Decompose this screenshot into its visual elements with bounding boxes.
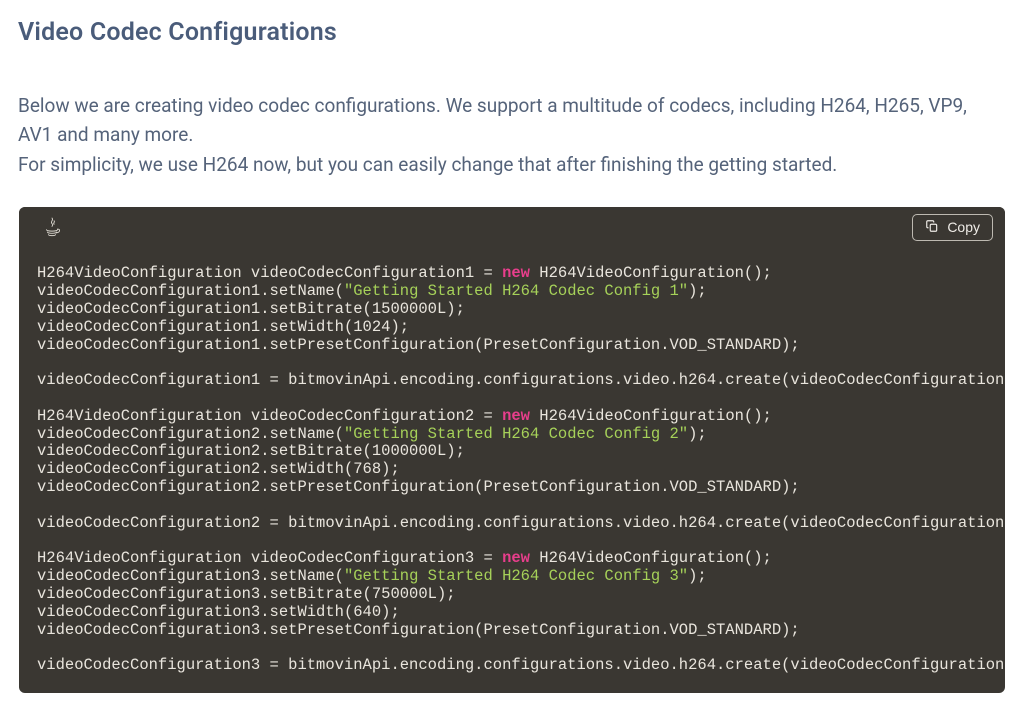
code-line: videoCodecConfiguration3.setBitrate(7500…	[37, 586, 993, 604]
intro-line-2: For simplicity, we use H264 now, but you…	[18, 153, 837, 176]
copy-icon	[925, 219, 939, 236]
copy-button[interactable]: Copy	[912, 214, 993, 241]
code-line: H264VideoConfiguration videoCodecConfigu…	[37, 265, 993, 283]
code-line: H264VideoConfiguration videoCodecConfigu…	[37, 550, 993, 568]
code-line: videoCodecConfiguration2.setName("Gettin…	[37, 426, 993, 444]
code-block: Copy H264VideoConfiguration videoCodecCo…	[19, 207, 1005, 693]
code-line: videoCodecConfiguration1.setName("Gettin…	[37, 283, 993, 301]
code-body: H264VideoConfiguration videoCodecConfigu…	[19, 247, 1005, 693]
code-line: videoCodecConfiguration2.setPresetConfig…	[37, 479, 993, 497]
code-line: videoCodecConfiguration1.setBitrate(1500…	[37, 301, 993, 319]
code-line: videoCodecConfiguration1.setWidth(1024);	[37, 319, 993, 337]
code-line: videoCodecConfiguration3.setPresetConfig…	[37, 622, 993, 640]
code-line: H264VideoConfiguration videoCodecConfigu…	[37, 408, 993, 426]
code-line: videoCodecConfiguration2.setWidth(768);	[37, 461, 993, 479]
copy-label: Copy	[947, 219, 980, 235]
code-line: videoCodecConfiguration2 = bitmovinApi.e…	[37, 515, 993, 533]
code-line: videoCodecConfiguration3.setWidth(640);	[37, 604, 993, 622]
code-line: videoCodecConfiguration1.setPresetConfig…	[37, 337, 993, 355]
java-icon	[37, 212, 67, 242]
code-line: videoCodecConfiguration3 = bitmovinApi.e…	[37, 657, 993, 675]
intro-paragraph: Below we are creating video codec config…	[18, 91, 998, 179]
code-line: videoCodecConfiguration2.setBitrate(1000…	[37, 443, 993, 461]
code-header: Copy	[19, 207, 1005, 247]
code-line: videoCodecConfiguration3.setName("Gettin…	[37, 568, 993, 586]
code-line: videoCodecConfiguration1 = bitmovinApi.e…	[37, 372, 993, 390]
page-title: Video Codec Configurations	[18, 18, 1006, 47]
intro-line-1: Below we are creating video codec config…	[18, 94, 967, 146]
